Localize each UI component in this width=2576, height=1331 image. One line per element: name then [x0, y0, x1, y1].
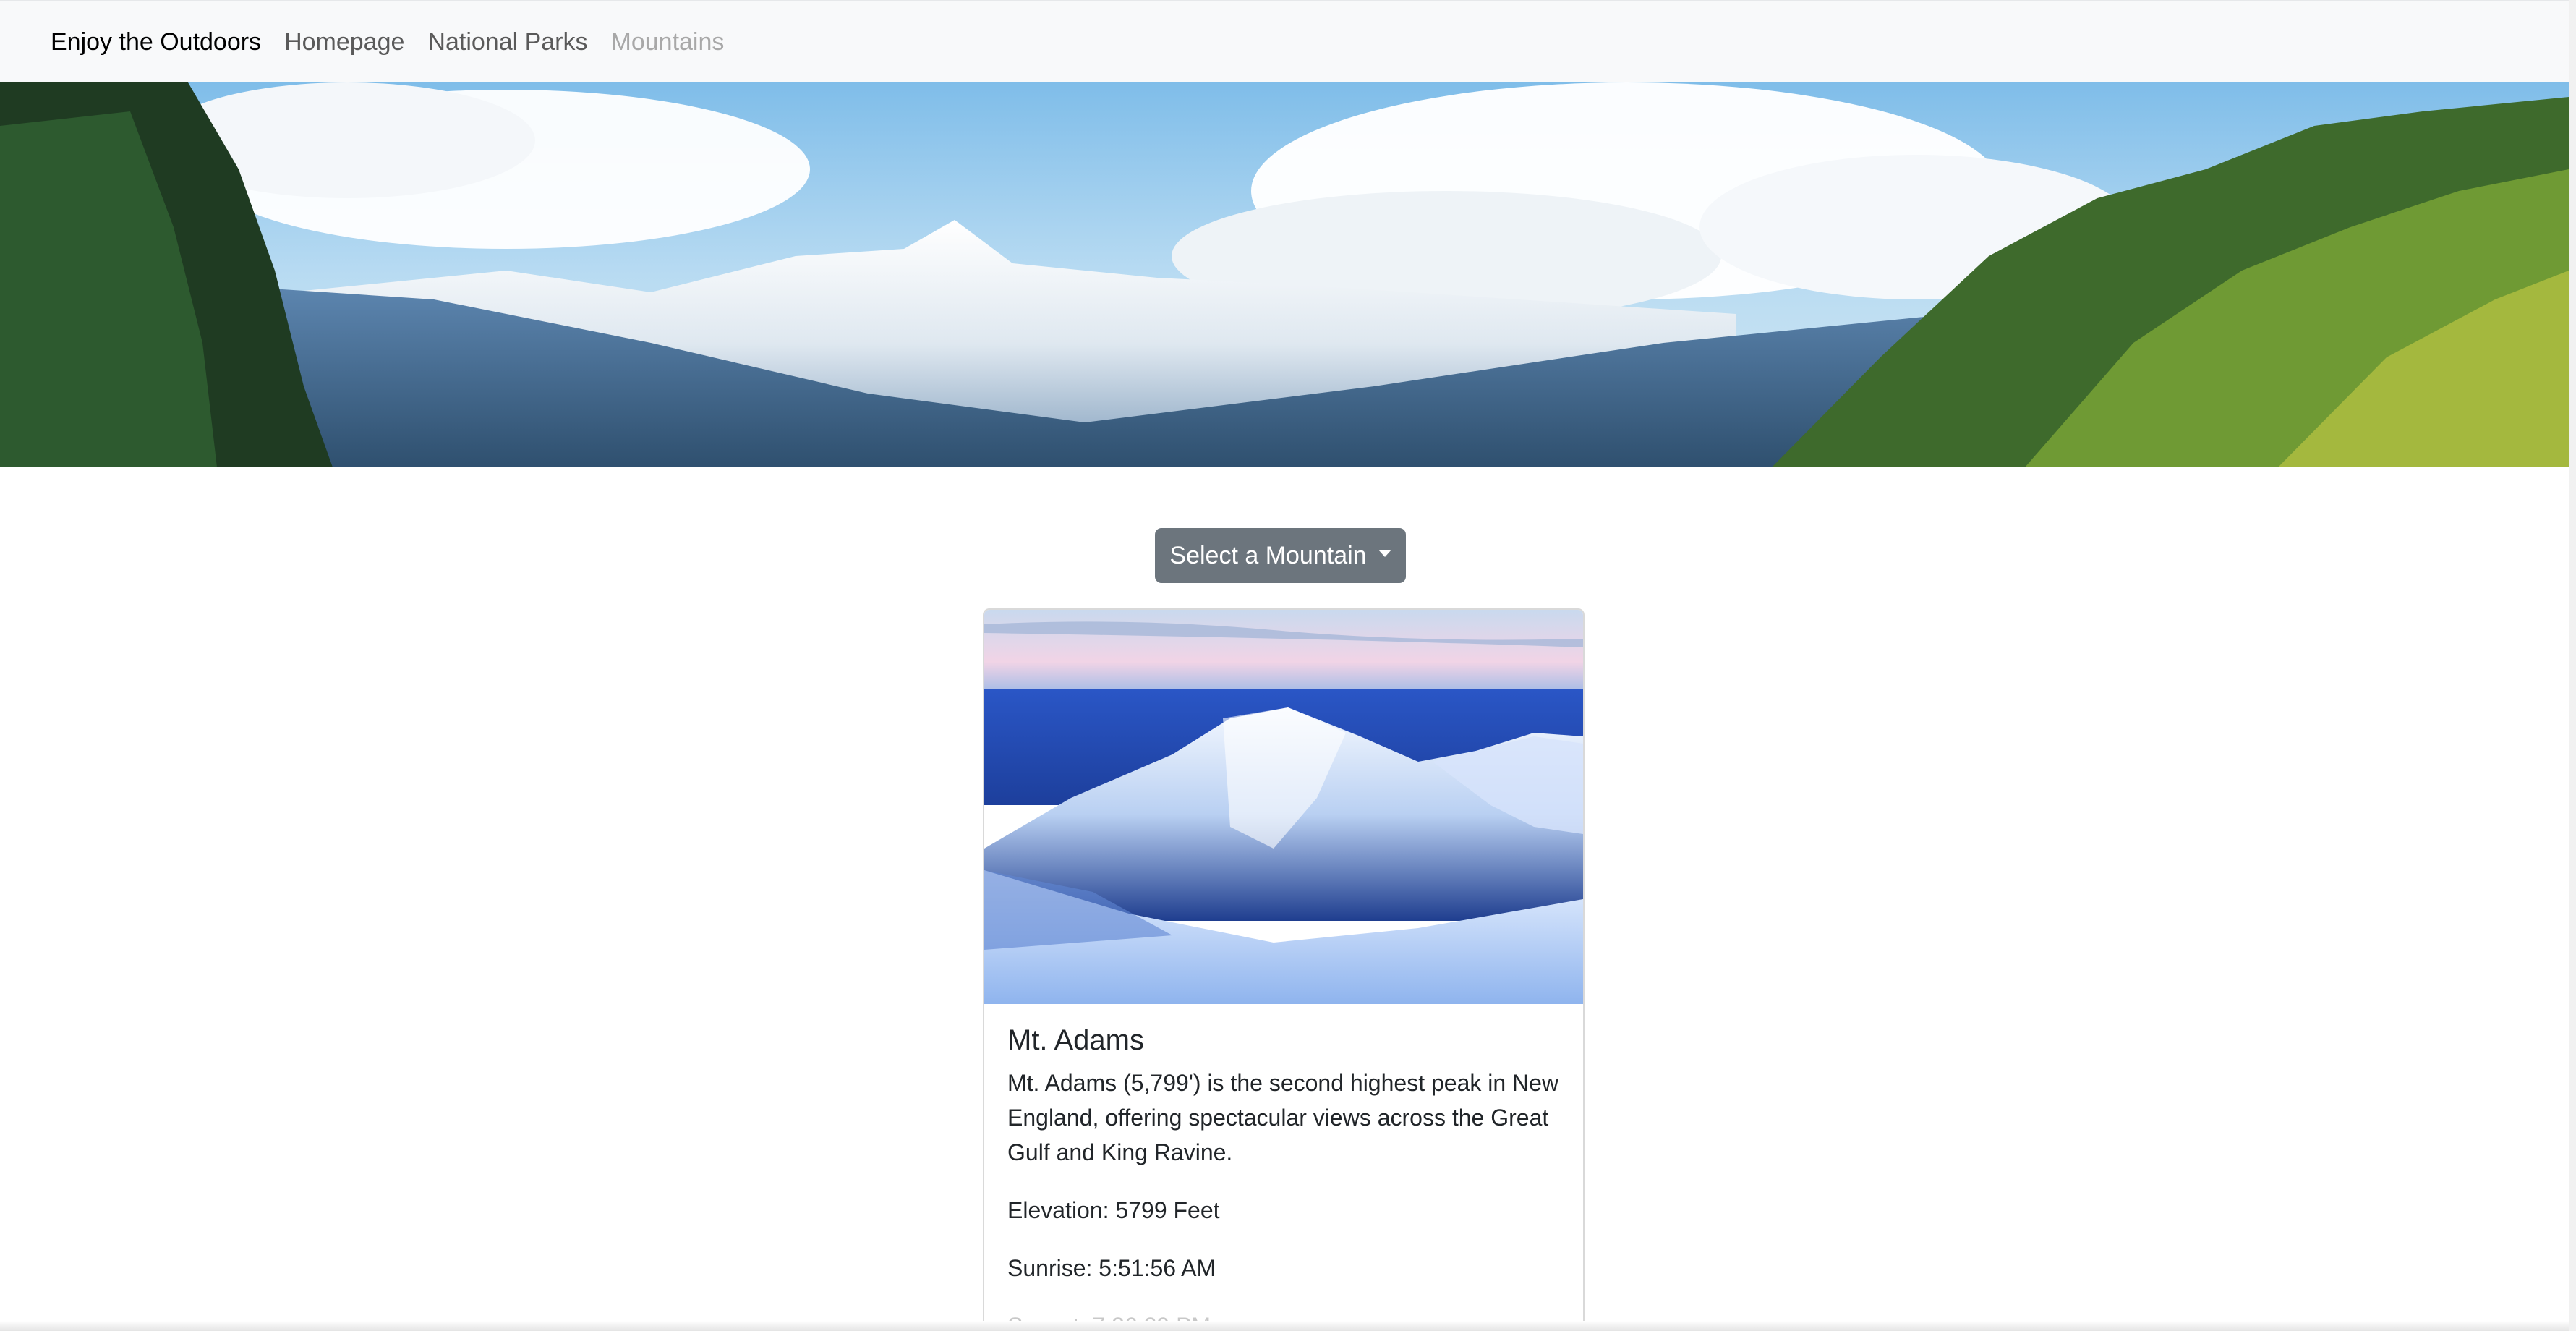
navbar-brand[interactable]: Enjoy the Outdoors	[51, 28, 261, 56]
caret-down-icon	[1378, 550, 1391, 557]
top-navbar: Enjoy the Outdoors Homepage National Par…	[0, 0, 2569, 82]
viewport-bottom-edge	[0, 1321, 2569, 1331]
nav-link-mountains[interactable]: Mountains	[611, 28, 725, 56]
page-scrollbar[interactable]	[2569, 0, 2576, 1331]
card-body: Mt. Adams Mt. Adams (5,799') is the seco…	[984, 1004, 1583, 1331]
mountain-elevation: Elevation: 5799 Feet	[1007, 1197, 1220, 1223]
mountain-image	[984, 610, 1583, 1004]
mountain-description: Mt. Adams (5,799') is the second highest…	[1007, 1070, 1559, 1165]
dropdown-label: Select a Mountain	[1169, 541, 1367, 569]
hero-banner-image	[0, 82, 2569, 467]
mountain-title: Mt. Adams	[1007, 1024, 1144, 1056]
select-mountain-dropdown-button[interactable]: Select a Mountain	[1155, 528, 1406, 583]
nav-link-national-parks[interactable]: National Parks	[427, 28, 587, 56]
mountain-card: Mt. Adams Mt. Adams (5,799') is the seco…	[983, 608, 1585, 1331]
mountain-sunrise: Sunrise: 5:51:56 AM	[1007, 1255, 1216, 1281]
nav-link-homepage[interactable]: Homepage	[284, 28, 404, 56]
